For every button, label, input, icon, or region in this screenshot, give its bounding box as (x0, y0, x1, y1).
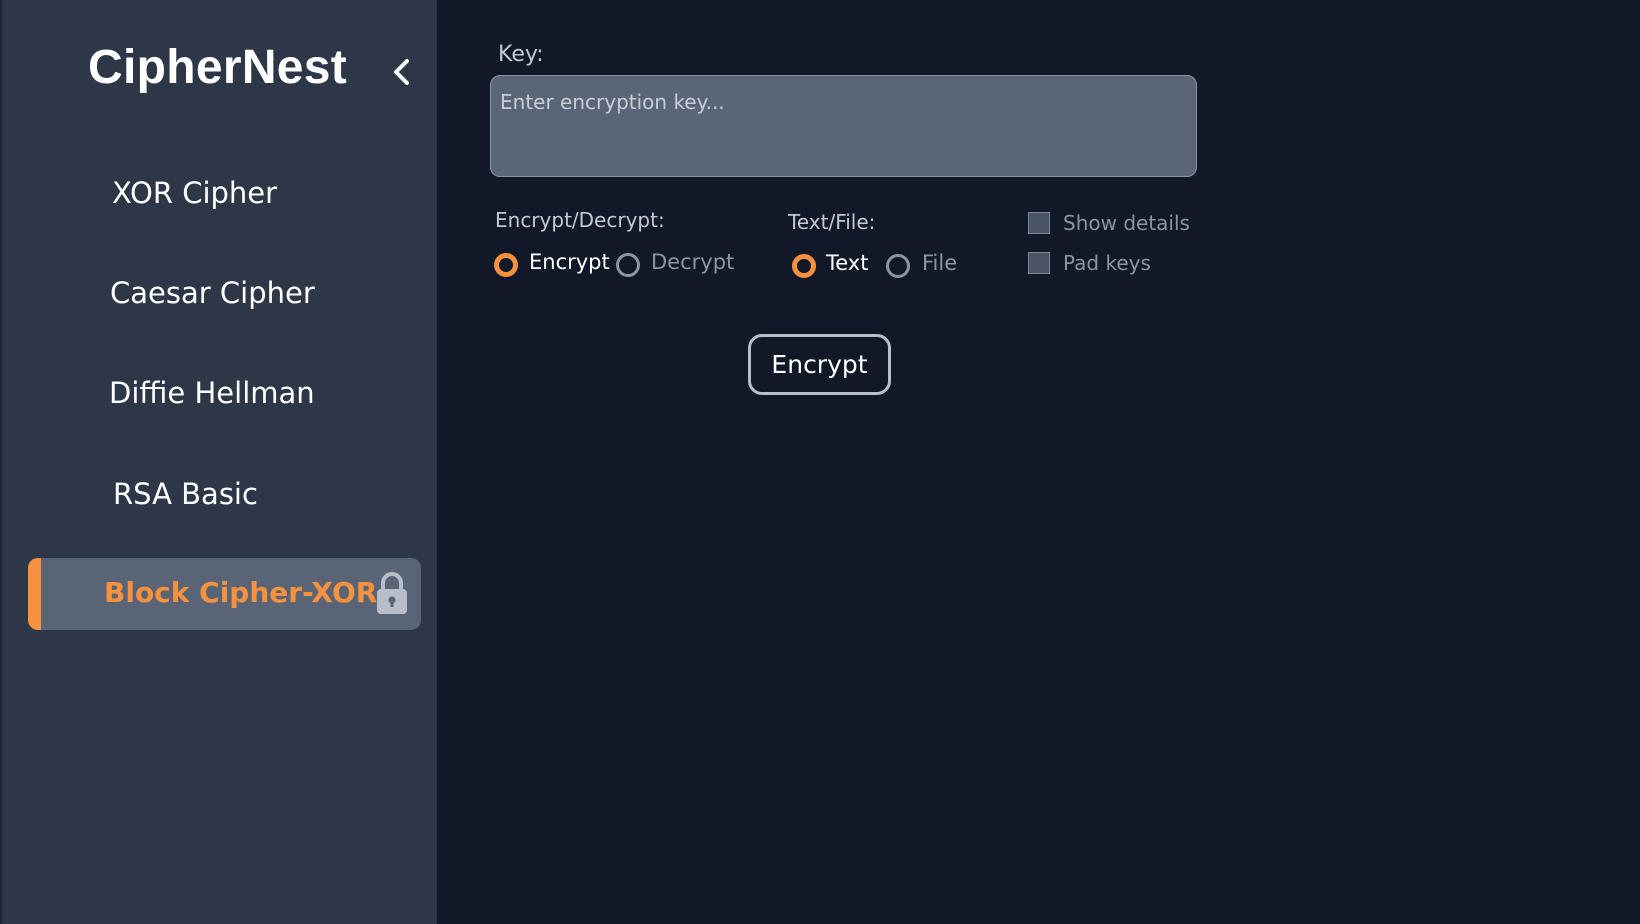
key-label: Key: (498, 42, 544, 67)
encrypt-button[interactable]: Encrypt (748, 334, 891, 395)
sidebar-item-block-cipher-xor[interactable]: Block Cipher-XOR (28, 558, 421, 630)
sidebar-item-xor-cipher[interactable]: XOR Cipher (112, 176, 277, 210)
app-title: CipherNest (88, 41, 348, 94)
sidebar-item-rsa-basic[interactable]: RSA Basic (113, 477, 258, 511)
sidebar-item-caesar-cipher[interactable]: Caesar Cipher (110, 276, 315, 310)
text-radio[interactable] (792, 254, 816, 278)
decrypt-option-label[interactable]: Decrypt (651, 250, 734, 274)
text-option-label[interactable]: Text (826, 251, 868, 275)
file-option-label[interactable]: File (922, 251, 957, 275)
encrypt-radio[interactable] (494, 253, 518, 277)
sidebar: CipherNest XOR Cipher Caesar Cipher Diff… (0, 0, 437, 924)
collapse-sidebar-icon[interactable] (388, 56, 416, 88)
show-details-checkbox[interactable] (1028, 212, 1050, 234)
lock-icon (377, 572, 407, 614)
encrypt-option-label[interactable]: Encrypt (529, 250, 610, 274)
show-details-label[interactable]: Show details (1063, 211, 1190, 235)
pad-keys-checkbox[interactable] (1028, 252, 1050, 274)
file-radio[interactable] (886, 254, 910, 278)
mode-group-label: Encrypt/Decrypt: (495, 208, 665, 232)
key-input[interactable] (490, 75, 1197, 177)
active-indicator (28, 558, 41, 630)
sidebar-item-diffie-hellman[interactable]: Diffie Hellman (109, 376, 315, 410)
input-type-group-label: Text/File: (788, 210, 876, 234)
decrypt-radio[interactable] (616, 253, 640, 277)
pad-keys-label[interactable]: Pad keys (1063, 251, 1151, 275)
sidebar-item-label: Block Cipher-XOR (104, 576, 378, 609)
